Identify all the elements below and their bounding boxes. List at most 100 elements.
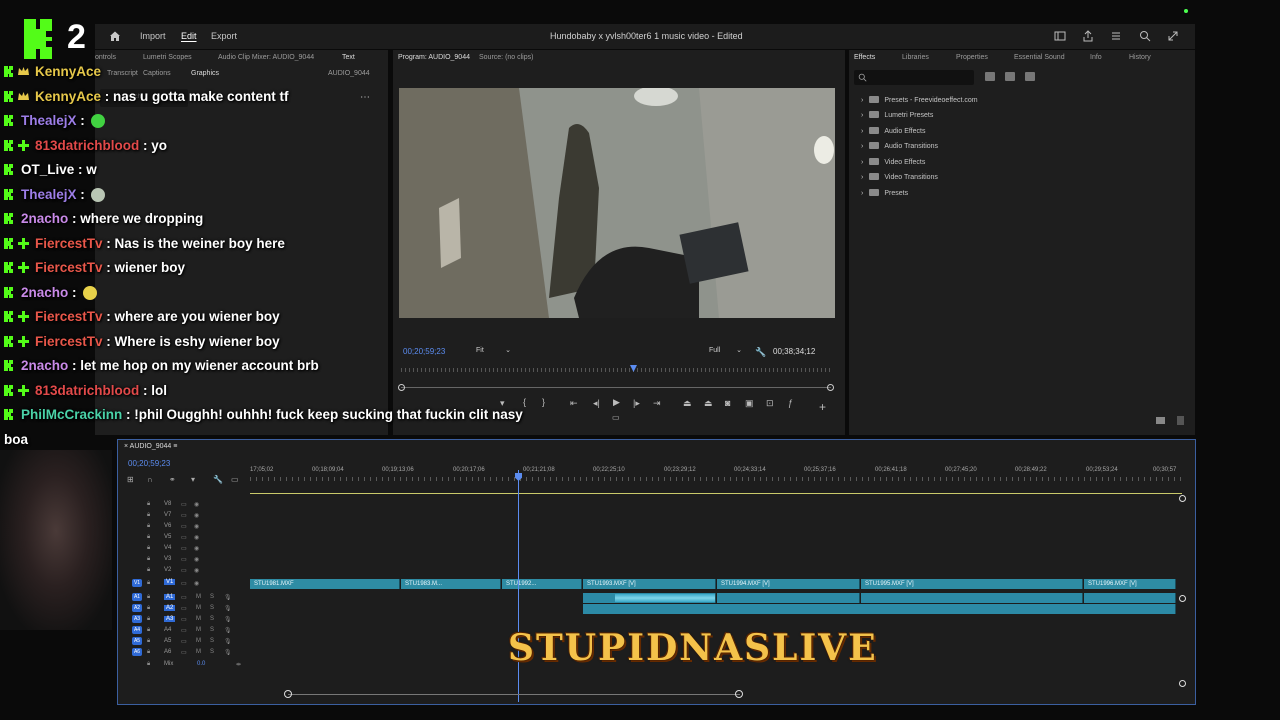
chat-username[interactable]: ThealejX bbox=[21, 187, 77, 202]
zoom-handle-right[interactable] bbox=[827, 384, 834, 391]
solo-button[interactable]: S bbox=[210, 649, 214, 655]
chat-username[interactable]: 2nacho bbox=[21, 285, 68, 300]
effects-item-video-transitions[interactable]: › Video Transitions bbox=[861, 173, 938, 185]
source-patch-a4[interactable]: A4 bbox=[132, 626, 142, 634]
lock-icon[interactable]: 🔒︎ bbox=[147, 594, 150, 601]
mute-button[interactable]: M bbox=[196, 638, 201, 644]
track-v5[interactable]: 🔒︎ V5 ▭ ◉ bbox=[124, 532, 244, 543]
chat-username[interactable]: 2nacho bbox=[21, 358, 68, 373]
source-patch-a2[interactable]: A2 bbox=[132, 604, 142, 612]
lock-icon[interactable]: 🔒︎ bbox=[147, 616, 150, 623]
solo-button[interactable]: S bbox=[210, 616, 214, 622]
clip-v1-stu1994[interactable]: STU1994.MXF [V] bbox=[717, 579, 860, 589]
add-marker-icon[interactable]: ▾ bbox=[191, 475, 195, 484]
track-a1[interactable]: A1 🔒︎ A1 ▭ M S 🎙︎ bbox=[124, 592, 244, 603]
lock-icon[interactable]: 🔒︎ bbox=[147, 649, 150, 656]
microphone-icon[interactable]: 🎙︎ bbox=[224, 616, 232, 623]
clip-v1-stu1996[interactable]: STU1996.MXF [V] bbox=[1084, 579, 1176, 589]
tab-essential-sound[interactable]: Essential Sound bbox=[1014, 54, 1065, 61]
fx-toggle-icon[interactable]: ƒ bbox=[788, 398, 793, 408]
vertical-scroll-handle[interactable] bbox=[1179, 495, 1186, 502]
step-back-icon[interactable]: ◂| bbox=[593, 398, 600, 409]
effects-item-audio-effects[interactable]: › Audio Effects bbox=[861, 127, 925, 139]
sync-lock-icon[interactable]: ▭ bbox=[181, 580, 187, 587]
h-scroll-handle-left[interactable] bbox=[284, 690, 292, 698]
chat-username[interactable]: 813datrichblood bbox=[35, 383, 139, 398]
chat-username[interactable]: KennyAce bbox=[35, 89, 101, 104]
mute-button[interactable]: M bbox=[196, 649, 201, 655]
time-ruler[interactable]: 17;05;02 00;18;09;04 00;19;13;06 00;20;1… bbox=[250, 464, 1182, 484]
mute-button[interactable]: M bbox=[196, 627, 201, 633]
horizontal-scrollbar[interactable] bbox=[288, 694, 740, 695]
progress-icon[interactable] bbox=[1110, 30, 1122, 42]
wrench-icon[interactable]: 🔧 bbox=[755, 347, 766, 358]
step-forward-icon[interactable]: |▸ bbox=[633, 398, 640, 409]
32bit-effects-icon[interactable] bbox=[1005, 72, 1015, 81]
clip-v1-stu1983[interactable]: STU1983.M... bbox=[401, 579, 501, 589]
chat-username[interactable]: 813datrichblood bbox=[35, 138, 139, 153]
new-bin-icon[interactable] bbox=[1156, 417, 1165, 424]
clip-v1-stu1993[interactable]: STU1993.MXF [V] bbox=[583, 579, 716, 589]
tab-properties[interactable]: Properties bbox=[956, 54, 988, 61]
track-a3[interactable]: A3 🔒︎ A3 ▭ M S 🎙︎ bbox=[124, 614, 244, 625]
snap-icon[interactable]: ∩ bbox=[147, 475, 153, 484]
sync-lock-icon[interactable]: ▭ bbox=[181, 545, 187, 552]
accelerated-effects-icon[interactable] bbox=[985, 72, 995, 81]
timeline-settings-icon[interactable]: 🔧 bbox=[213, 475, 223, 484]
effects-search-input[interactable] bbox=[854, 70, 974, 85]
track-a4[interactable]: A4 🔒︎ A4 ▭ M S 🎙︎ bbox=[124, 625, 244, 636]
lock-icon[interactable]: 🔒︎ bbox=[147, 627, 150, 634]
track-a6[interactable]: A6 🔒︎ A6 ▭ M S 🎙︎ bbox=[124, 647, 244, 658]
home-icon[interactable] bbox=[109, 30, 121, 42]
microphone-icon[interactable]: 🎙︎ bbox=[224, 638, 232, 645]
sync-lock-icon[interactable]: ▭ bbox=[181, 605, 187, 612]
track-v4[interactable]: 🔒︎ V4 ▭ ◉ bbox=[124, 543, 244, 554]
lock-icon[interactable]: 🔒︎ bbox=[147, 580, 150, 587]
sync-lock-icon[interactable]: ▭ bbox=[181, 523, 187, 530]
effects-item-audio-transitions[interactable]: › Audio Transitions bbox=[861, 142, 938, 154]
toggle-proxies-icon[interactable]: ⊡ bbox=[766, 398, 774, 409]
chat-username[interactable]: FiercestTv bbox=[35, 309, 103, 324]
microphone-icon[interactable]: 🎙︎ bbox=[224, 605, 232, 612]
solo-button[interactable]: S bbox=[210, 594, 214, 600]
sync-lock-icon[interactable]: ▭ bbox=[181, 649, 187, 656]
source-patch-a6[interactable]: A6 bbox=[132, 648, 142, 656]
microphone-icon[interactable]: 🎙︎ bbox=[224, 627, 232, 634]
track-v1[interactable]: V1 🔒︎ V1 ▭ ◉ bbox=[124, 578, 244, 589]
mute-button[interactable]: M bbox=[196, 616, 201, 622]
linked-selection-icon[interactable]: ⚭ bbox=[169, 475, 176, 484]
eye-icon[interactable]: ◉ bbox=[194, 534, 199, 541]
delete-icon[interactable] bbox=[1177, 416, 1184, 425]
eye-icon[interactable]: ◉ bbox=[194, 501, 199, 508]
chat-username[interactable]: FiercestTv bbox=[35, 334, 103, 349]
sync-lock-icon[interactable]: ▭ bbox=[181, 512, 187, 519]
eye-icon[interactable]: ◉ bbox=[194, 580, 199, 587]
microphone-icon[interactable]: 🎙︎ bbox=[224, 649, 232, 656]
lock-icon[interactable]: 🔒︎ bbox=[147, 567, 150, 574]
clip-v1-stu1992[interactable]: STU1992... bbox=[502, 579, 582, 589]
effects-item-presets[interactable]: › Presets bbox=[861, 189, 908, 201]
sync-lock-icon[interactable]: ▭ bbox=[181, 567, 187, 574]
track-v2[interactable]: 🔒︎ V2 ▭ ◉ bbox=[124, 565, 244, 576]
export-frame-icon[interactable]: ◙ bbox=[725, 398, 730, 408]
sync-lock-icon[interactable]: ▭ bbox=[181, 534, 187, 541]
track-a5[interactable]: A5 🔒︎ A5 ▭ M S 🎙︎ bbox=[124, 636, 244, 647]
lock-icon[interactable]: 🔒︎ bbox=[147, 638, 150, 645]
lock-icon[interactable]: 🔒︎ bbox=[147, 545, 150, 552]
effects-item-presets-freevideoeffect[interactable]: › Presets - Freevideoeffect.com bbox=[861, 96, 978, 108]
track-v6[interactable]: 🔒︎ V6 ▭ ◉ bbox=[124, 521, 244, 532]
play-icon[interactable]: ▶ bbox=[613, 397, 620, 408]
mute-button[interactable]: M bbox=[196, 605, 201, 611]
eye-icon[interactable]: ◉ bbox=[194, 545, 199, 552]
source-patch-a3[interactable]: A3 bbox=[132, 615, 142, 623]
track-v3[interactable]: 🔒︎ V3 ▭ ◉ bbox=[124, 554, 244, 565]
vr-video-icon[interactable]: ▭ bbox=[612, 413, 620, 422]
workspace-icon[interactable] bbox=[1054, 30, 1066, 42]
add-button-icon[interactable]: + bbox=[819, 400, 826, 414]
chat-username[interactable]: FiercestTv bbox=[35, 236, 103, 251]
track-v8[interactable]: 🔒︎ V8 ▭ ◉ bbox=[124, 499, 244, 510]
lock-icon[interactable]: 🔒︎ bbox=[147, 512, 150, 519]
mark-in-icon[interactable]: { bbox=[523, 397, 526, 407]
lift-icon[interactable]: ⏏ bbox=[683, 398, 692, 409]
solo-button[interactable]: S bbox=[210, 605, 214, 611]
